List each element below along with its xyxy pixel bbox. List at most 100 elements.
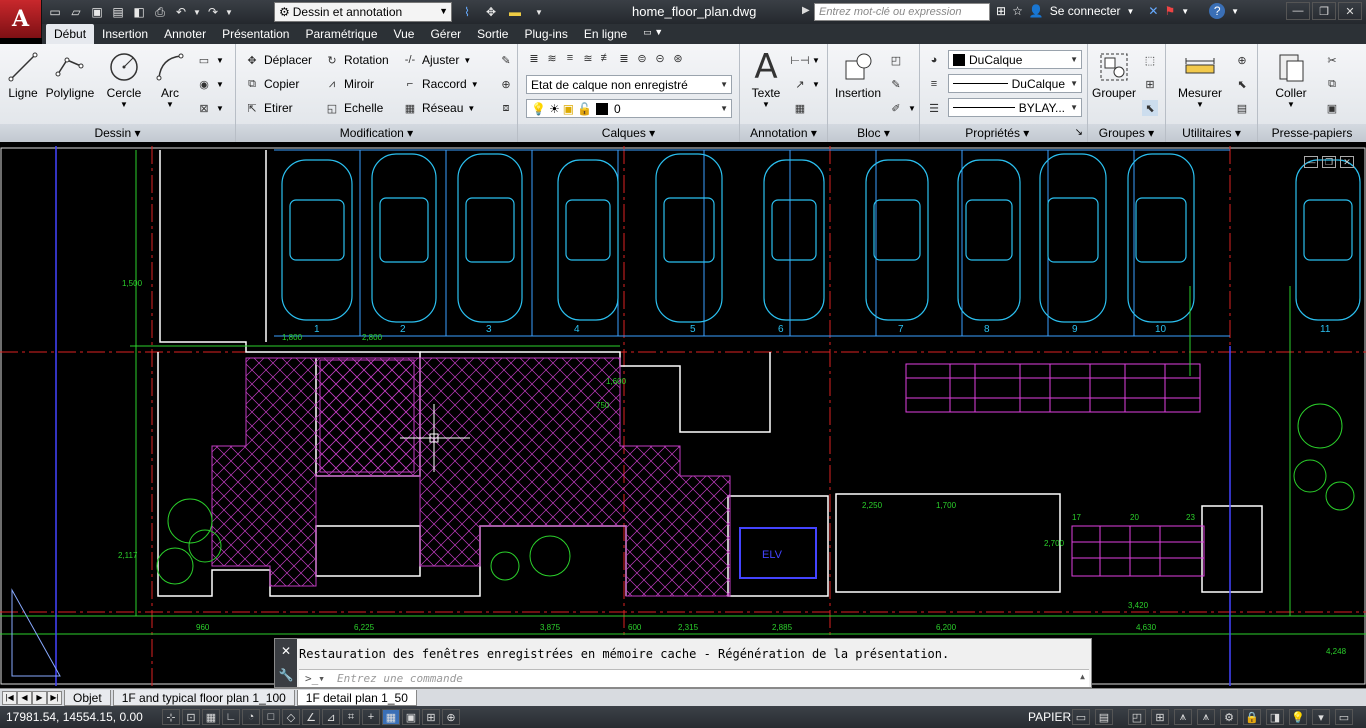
- panel-title-presse-papiers[interactable]: Presse-papiers: [1258, 124, 1366, 142]
- tab-debut[interactable]: Début: [46, 24, 95, 44]
- sc-icon[interactable]: ⊞: [422, 709, 440, 725]
- color-select[interactable]: DuCalque ▼: [948, 50, 1082, 69]
- quick-view-layouts-icon[interactable]: ▭: [1072, 709, 1090, 725]
- ligne-button[interactable]: Ligne: [6, 50, 40, 100]
- lineweight-select[interactable]: BYLAY... ▼: [948, 98, 1082, 117]
- tab-en-ligne[interactable]: En ligne: [576, 24, 635, 44]
- tpy-icon[interactable]: ▦: [382, 709, 400, 725]
- mesurer-button[interactable]: Mesurer ▼: [1172, 50, 1228, 109]
- arc-button[interactable]: Arc ▼: [152, 50, 188, 109]
- exchange-icon[interactable]: ✕: [1148, 4, 1158, 18]
- rectangle-button[interactable]: ▭ ▼: [196, 52, 224, 68]
- coordinate-readout[interactable]: 17981.54, 14554.15, 0.00: [0, 710, 162, 724]
- tab-presentation[interactable]: Présentation: [214, 24, 297, 44]
- space-toggle[interactable]: PAPIER: [1028, 710, 1071, 724]
- dimension-button[interactable]: ⊢⊣ ▼: [790, 52, 820, 68]
- undo-dropdown-icon[interactable]: ▼: [193, 3, 201, 21]
- lwt-icon[interactable]: +: [362, 709, 380, 725]
- cercle-button[interactable]: Cercle ▼: [104, 50, 144, 109]
- clean-screen-icon[interactable]: ▭: [1335, 709, 1353, 725]
- lock-toolbar-icon[interactable]: 🔒: [1243, 709, 1261, 725]
- dyn-icon[interactable]: ⌗: [342, 709, 360, 725]
- raccord-button[interactable]: ⌐ Raccord ▼: [402, 76, 479, 92]
- otrack-icon[interactable]: ∠: [302, 709, 320, 725]
- tab-parametrique[interactable]: Paramétrique: [297, 24, 385, 44]
- save-icon[interactable]: ▣: [88, 3, 106, 21]
- copy-base-button[interactable]: ▣: [1324, 100, 1340, 116]
- autoscale-icon[interactable]: ⩚: [1197, 709, 1215, 725]
- panel-title-calques[interactable]: Calques ▾: [518, 124, 739, 142]
- layer-state-select[interactable]: Etat de calque non enregistré ▼: [526, 75, 732, 94]
- coller-button[interactable]: Coller ▼: [1268, 50, 1314, 109]
- am-icon[interactable]: ⊕: [442, 709, 460, 725]
- tab-gerer[interactable]: Gérer: [422, 24, 469, 44]
- vp-minimize-icon[interactable]: —: [1304, 156, 1318, 168]
- redo-dropdown-icon[interactable]: ▼: [225, 3, 233, 21]
- match-props-icon[interactable]: ⌇: [458, 3, 476, 21]
- layer-freeze-icon[interactable]: ≢: [598, 50, 614, 66]
- prev-tab-icon[interactable]: ◀: [17, 690, 32, 705]
- explode-button[interactable]: ⊕: [498, 76, 514, 92]
- chevron-down-icon[interactable]: ▼: [1231, 7, 1239, 16]
- search-expand-icon[interactable]: ▶: [802, 5, 810, 16]
- match-properties-button[interactable]: ◕: [926, 52, 942, 68]
- close-icon[interactable]: ✕: [1338, 2, 1362, 20]
- open-icon[interactable]: ▱: [67, 3, 85, 21]
- autodesk-icon[interactable]: ⚑: [1164, 4, 1175, 18]
- panel-title-bloc[interactable]: Bloc ▾: [828, 124, 919, 142]
- workspace-switch-icon[interactable]: ⚙: [1220, 709, 1238, 725]
- maximize-viewport-icon[interactable]: ◰: [1128, 709, 1146, 725]
- publish-icon[interactable]: ◧: [130, 3, 148, 21]
- snap-icon[interactable]: ⊡: [182, 709, 200, 725]
- panel-title-groupes[interactable]: Groupes ▾: [1088, 124, 1165, 142]
- linetype-select[interactable]: DuCalque ▼: [948, 74, 1082, 93]
- group-select-button[interactable]: ⬉: [1142, 100, 1158, 116]
- app-menu-button[interactable]: A: [0, 0, 42, 38]
- tab-insertion[interactable]: Insertion: [94, 24, 156, 44]
- echelle-button[interactable]: ◱ Echelle: [324, 100, 384, 116]
- workspace-select[interactable]: ⚙ Dessin et annotation ▼: [274, 2, 452, 22]
- last-tab-icon[interactable]: ▶|: [47, 690, 62, 705]
- help-icon[interactable]: ?: [1209, 3, 1226, 19]
- restore-icon[interactable]: ❐: [1312, 2, 1336, 20]
- qat-dropdown-icon[interactable]: ▼: [530, 3, 548, 21]
- wrench-icon[interactable]: 🔧: [279, 668, 294, 682]
- star-icon[interactable]: ☆: [1012, 4, 1023, 18]
- ducs-icon[interactable]: ⊿: [322, 709, 340, 725]
- new-icon[interactable]: ▭: [46, 3, 64, 21]
- ungroup-button[interactable]: ⬚: [1142, 52, 1158, 68]
- redo-icon[interactable]: ↷: [204, 3, 222, 21]
- attribute-button[interactable]: ✐ ▼: [888, 100, 916, 116]
- 3d-osnap-icon[interactable]: ◇: [282, 709, 300, 725]
- edit-block-button[interactable]: ✎: [888, 76, 904, 92]
- tab-sortie[interactable]: Sortie: [469, 24, 516, 44]
- binoculars-icon[interactable]: ⊞: [996, 4, 1006, 18]
- hatch-button[interactable]: ◉ ▼: [196, 76, 224, 92]
- osnap-icon[interactable]: □: [262, 709, 280, 725]
- panel-title-proprietes[interactable]: Propriétés ▾ ↘: [920, 124, 1087, 142]
- next-tab-icon[interactable]: ▶: [32, 690, 47, 705]
- annotation-scale-icon[interactable]: ⊞: [1151, 709, 1169, 725]
- region-button[interactable]: ⊠ ▼: [196, 100, 224, 116]
- history-dropdown-icon[interactable]: ▲: [1080, 672, 1085, 681]
- quick-select-button[interactable]: ⊕: [1234, 52, 1250, 68]
- copier-button[interactable]: ⧉ Copier: [244, 76, 299, 92]
- layer-off-icon[interactable]: ≊: [580, 50, 596, 66]
- layer-match-icon[interactable]: ⊜: [634, 50, 650, 66]
- tab-vue[interactable]: Vue: [386, 24, 423, 44]
- leader-button[interactable]: ↗ ▼: [792, 76, 820, 92]
- layer-state-icon[interactable]: ≋: [544, 50, 560, 66]
- search-input[interactable]: Entrez mot-clé ou expression: [814, 3, 990, 21]
- hardware-accel-icon[interactable]: ◨: [1266, 709, 1284, 725]
- polar-icon[interactable]: ◔: [242, 709, 260, 725]
- vp-restore-icon[interactable]: ❐: [1322, 156, 1336, 168]
- layer-walk-icon[interactable]: ⊝: [652, 50, 668, 66]
- erase-button[interactable]: ✎: [498, 52, 514, 68]
- first-tab-icon[interactable]: |◀: [2, 690, 17, 705]
- layer-properties-icon[interactable]: ≣: [526, 50, 542, 66]
- ortho-icon[interactable]: ∟: [222, 709, 240, 725]
- status-menu-icon[interactable]: ▾: [1312, 709, 1330, 725]
- layer-isolate-icon[interactable]: ≡: [562, 50, 578, 66]
- grid-icon[interactable]: ▦: [202, 709, 220, 725]
- ribbon-minimize-button[interactable]: ▭ ▼: [635, 24, 671, 44]
